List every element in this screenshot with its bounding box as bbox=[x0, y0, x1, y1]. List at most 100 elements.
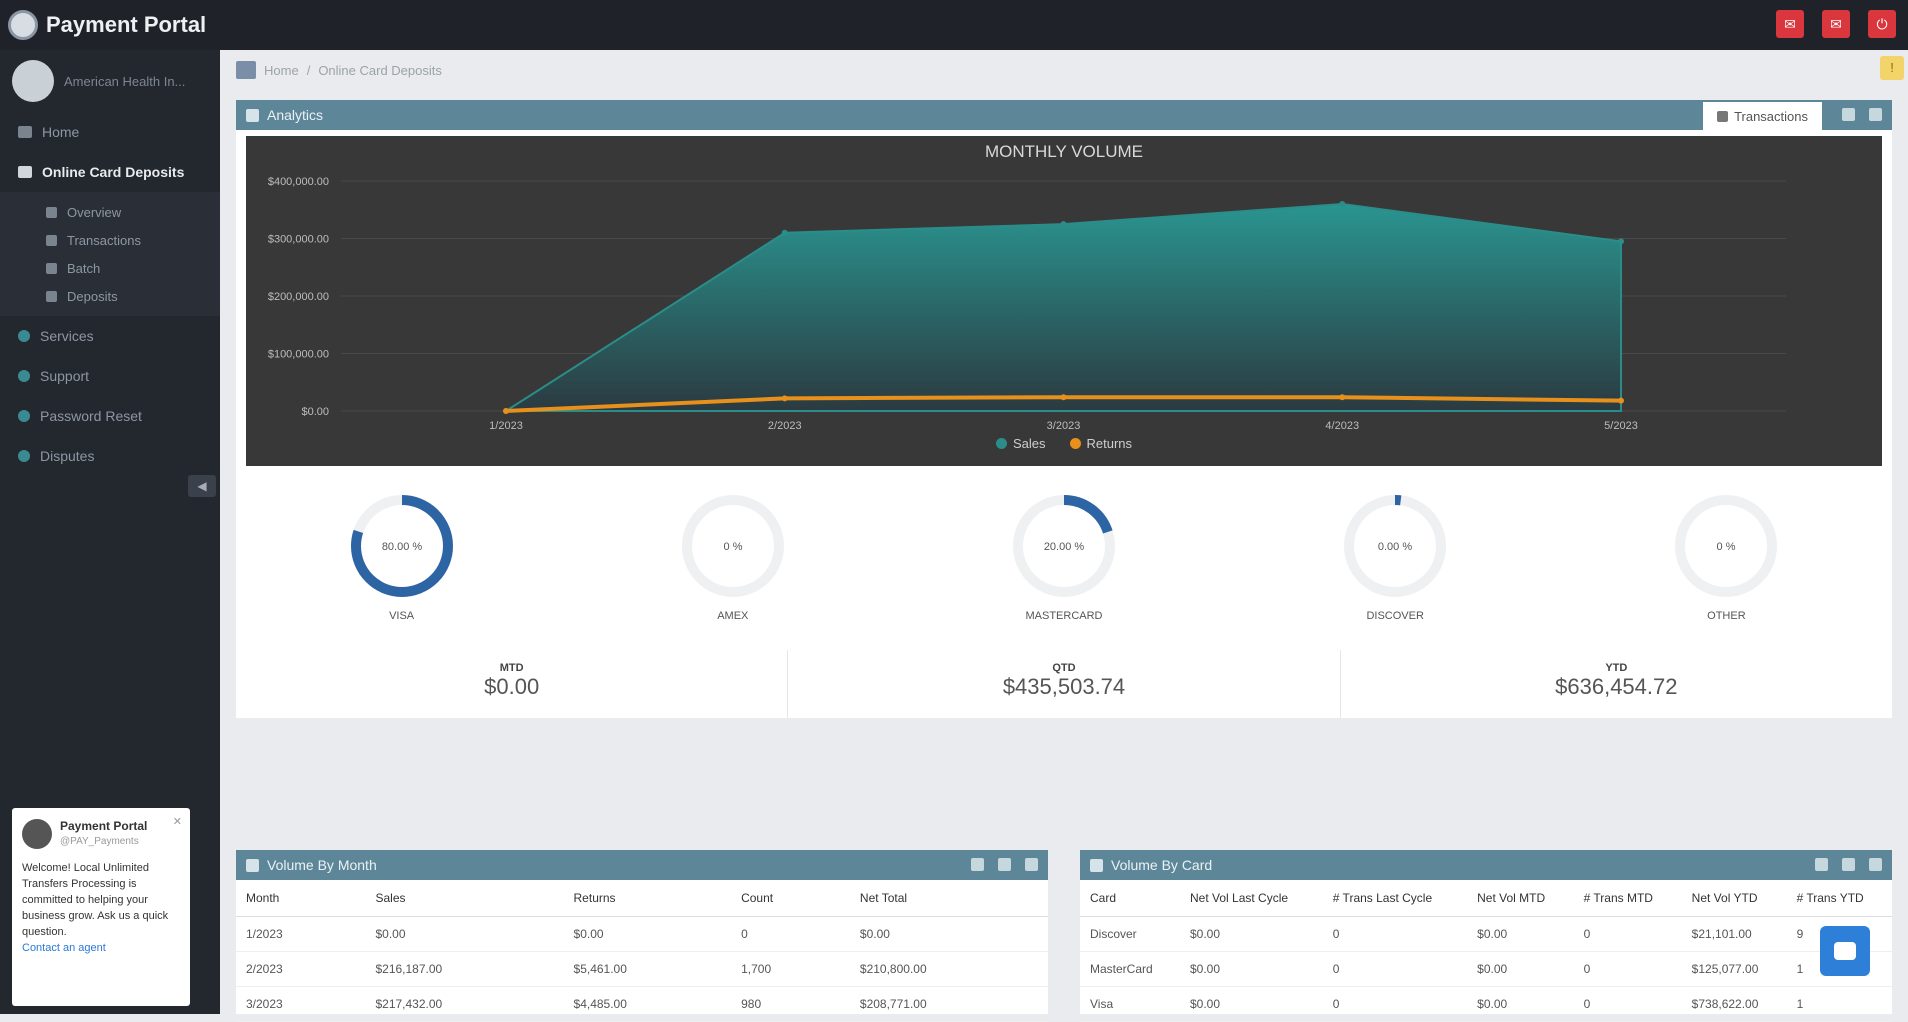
sidebar-item-label: Disputes bbox=[40, 448, 95, 464]
column-header[interactable]: Returns bbox=[563, 880, 732, 917]
sidebar-item-services[interactable]: Services bbox=[0, 316, 220, 356]
column-header[interactable]: Net Vol Last Cycle bbox=[1180, 880, 1323, 917]
brand[interactable]: Payment Portal bbox=[8, 10, 206, 40]
table-row[interactable]: Visa $0.00 0 $0.00 0 $738,622.00 1 bbox=[1080, 986, 1892, 1022]
support-icon bbox=[18, 370, 30, 382]
column-header[interactable]: Sales bbox=[365, 880, 564, 917]
returns-point bbox=[1339, 394, 1346, 401]
settings-icon[interactable] bbox=[1815, 858, 1828, 871]
sidebar-item-label: Transactions bbox=[67, 232, 141, 248]
legend-item-sales[interactable]: Sales bbox=[995, 436, 1046, 451]
donut-label: OTHER bbox=[1707, 610, 1746, 622]
breadcrumb-home[interactable]: Home bbox=[264, 63, 299, 78]
column-header[interactable]: # Trans Last Cycle bbox=[1322, 880, 1468, 917]
sidebar-item-online-card-deposits[interactable]: Online Card Deposits bbox=[0, 152, 220, 192]
table-row[interactable]: 2/2023 $216,187.00 $5,461.00 1,700 $210,… bbox=[236, 951, 1048, 987]
sidebar-item-password-reset[interactable]: Password Reset bbox=[0, 396, 220, 436]
x-tick-label: 4/2023 bbox=[1325, 420, 1359, 432]
donut-visa: 80.00 % VISA bbox=[236, 490, 567, 630]
settings-icon[interactable] bbox=[971, 858, 984, 871]
y-tick-label: $100,000.00 bbox=[268, 349, 329, 361]
tab-transactions[interactable]: Transactions bbox=[1703, 102, 1822, 130]
sales-point bbox=[1339, 201, 1346, 207]
chat-link[interactable]: Contact an agent bbox=[22, 940, 180, 956]
chat-widget-card[interactable]: ✕ Payment Portal @PAY_Payments Welcome! … bbox=[12, 808, 190, 1006]
column-header[interactable]: Net Vol YTD bbox=[1681, 880, 1787, 917]
table-row[interactable]: MasterCard $0.00 0 $0.00 0 $125,077.00 1 bbox=[1080, 951, 1892, 987]
donut-chart: 0 % bbox=[681, 495, 784, 597]
collapse-icon[interactable] bbox=[1869, 108, 1882, 121]
table-cell: $0.00 bbox=[1467, 986, 1574, 1022]
table-row[interactable]: 1/2023 $0.00 $0.00 0 $0.00 bbox=[236, 916, 1048, 952]
sidebar-item-label: Home bbox=[42, 124, 80, 140]
sidebar-item-transactions[interactable]: Transactions bbox=[0, 226, 220, 254]
sidebar-item-home[interactable]: Home bbox=[0, 112, 220, 152]
expand-icon[interactable] bbox=[1869, 858, 1882, 871]
chart-svg: $400,000.00 $300,000.00 $200,000.00 $100,00… bbox=[268, 176, 1786, 432]
notification-icon[interactable]: ✉ bbox=[1776, 10, 1804, 38]
table-row[interactable]: 3/2023 $217,432.00 $4,485.00 980 $208,77… bbox=[236, 986, 1048, 1022]
monthly-volume-chart: MONTHLY VOLUME $400,000.00 $300,000.00 $20… bbox=[246, 136, 1882, 466]
mail-icon[interactable]: ✉ bbox=[1822, 10, 1850, 38]
volume-by-card-panel: Volume By Card Card Net Vol Last Cycle #… bbox=[1080, 850, 1892, 1022]
user-profile[interactable]: American Health In... bbox=[0, 50, 220, 112]
sidebar-item-label: Online Card Deposits bbox=[42, 164, 185, 180]
batch-icon bbox=[46, 262, 57, 274]
column-header[interactable]: Month bbox=[236, 880, 366, 917]
card-icon bbox=[18, 166, 32, 178]
legend-label: Returns bbox=[1086, 436, 1133, 451]
total-mtd: MTD $0.00 bbox=[236, 650, 789, 718]
column-header[interactable]: Card bbox=[1080, 880, 1180, 917]
column-header[interactable]: Net Total bbox=[849, 880, 1048, 917]
donut-label: VISA bbox=[389, 610, 415, 622]
collapse-icon[interactable] bbox=[998, 858, 1011, 871]
donut-label: AMEX bbox=[717, 610, 749, 622]
expand-icon[interactable] bbox=[1025, 858, 1038, 871]
settings-icon[interactable] bbox=[1842, 108, 1855, 121]
column-header[interactable]: # Trans MTD bbox=[1573, 880, 1682, 917]
returns-point bbox=[1060, 394, 1067, 401]
donut-label: DISCOVER bbox=[1366, 610, 1424, 622]
chat-launcher-button[interactable] bbox=[1820, 926, 1870, 976]
collapse-icon[interactable] bbox=[1842, 858, 1855, 871]
user-icon bbox=[1717, 110, 1729, 122]
sidebar-item-batch[interactable]: Batch bbox=[0, 254, 220, 282]
table-row[interactable]: Discover $0.00 0 $0.00 0 $21,101.00 9 bbox=[1080, 916, 1892, 952]
chart-legend: Sales Returns bbox=[246, 436, 1882, 451]
legend-item-returns[interactable]: Returns bbox=[1069, 436, 1133, 451]
y-tick-label: $200,000.00 bbox=[268, 291, 329, 303]
table-cell: 0 bbox=[1322, 916, 1468, 952]
close-icon[interactable]: ✕ bbox=[173, 814, 182, 830]
top-actions: ✉ ✉ ⏻ bbox=[1776, 10, 1896, 38]
table-cell: $21,101.00 bbox=[1681, 916, 1787, 952]
total-value: $435,503.74 bbox=[1002, 674, 1126, 699]
sidebar-item-disputes[interactable]: Disputes bbox=[0, 436, 220, 476]
returns-point bbox=[1618, 397, 1624, 404]
warning-icon[interactable]: ! bbox=[1880, 56, 1904, 80]
sidebar-item-label: Password Reset bbox=[40, 408, 142, 424]
table-cell: 1,700 bbox=[731, 951, 850, 987]
power-icon[interactable]: ⏻ bbox=[1868, 10, 1896, 38]
table-cell: Discover bbox=[1080, 916, 1180, 952]
table-icon bbox=[246, 858, 259, 872]
table-cell: $217,432.00 bbox=[365, 986, 564, 1022]
sidebar-item-deposits[interactable]: Deposits bbox=[0, 282, 220, 310]
sales-area bbox=[502, 202, 1622, 412]
column-header[interactable]: Count bbox=[731, 880, 850, 917]
table-cell: 1 bbox=[1786, 986, 1892, 1022]
sidebar-item-label: Batch bbox=[67, 260, 101, 276]
table-cell: $0.00 bbox=[1180, 916, 1323, 952]
column-header[interactable]: # Trans YTD bbox=[1786, 880, 1892, 917]
column-header[interactable]: Net Vol MTD bbox=[1467, 880, 1574, 917]
donut-chart: 80.00 % bbox=[350, 495, 453, 597]
y-tick-label: $300,000.00 bbox=[268, 234, 329, 246]
analytics-panel: Analytics Transactions MONTHLY VOLUME $4… bbox=[236, 100, 1892, 860]
table-cell: $0.00 bbox=[849, 916, 1048, 952]
sidebar-item-overview[interactable]: Overview bbox=[0, 198, 220, 226]
sidebar-item-support[interactable]: Support bbox=[0, 356, 220, 396]
legend-swatch bbox=[995, 438, 1007, 449]
sidebar-item-label: Overview bbox=[67, 204, 122, 220]
sidebar-collapse-button[interactable]: ◀ bbox=[188, 475, 216, 497]
home-icon[interactable] bbox=[236, 61, 256, 79]
volume-by-month-panel: Volume By Month Month Sales Returns Coun… bbox=[236, 850, 1048, 1022]
